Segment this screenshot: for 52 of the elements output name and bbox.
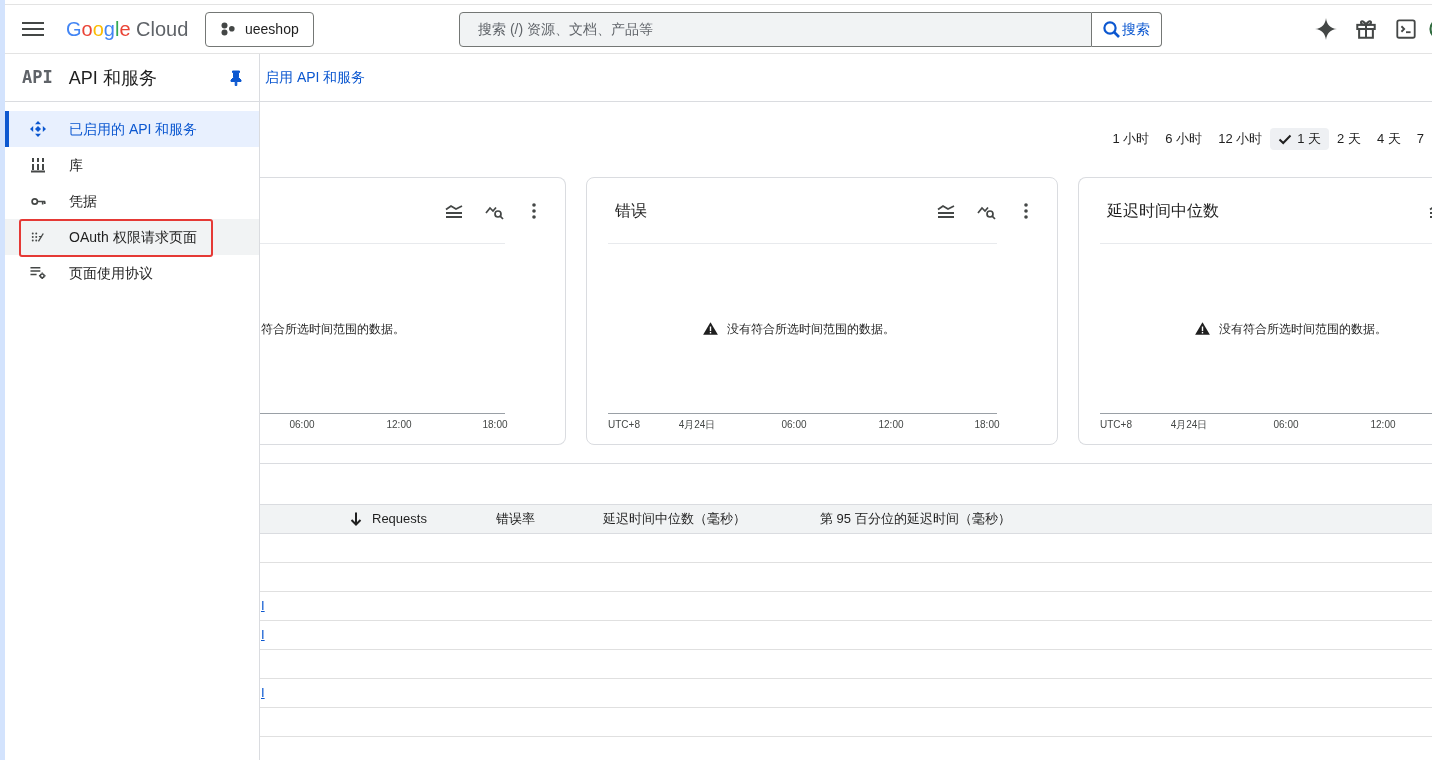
card-title: 延迟时间中位数 [1107,200,1219,221]
search-icon [1103,20,1120,38]
axis-label: 18:00 [974,420,1000,430]
axis-label: 4月24日 [678,420,716,430]
nav-item[interactable]: OAuth 权限请求页面 [5,219,259,255]
empty-message: 没有符合所选时间范围的数据。 [1218,320,1387,338]
four-arrows-icon [30,121,46,137]
axis-label: 12:00 [1370,420,1396,430]
axis-label: 06:00 [1273,420,1299,430]
check-icon [1278,132,1293,146]
api-logo: API [22,69,53,86]
row-link[interactable]: I [261,625,265,645]
list-settings-icon [30,266,46,280]
row-link[interactable]: I [261,596,265,616]
time-range-option[interactable]: 1 天 [1270,128,1330,150]
empty-message: 符合所选时间范围的数据。 [261,320,405,338]
gift-icon[interactable] [1355,18,1377,40]
axis-label: 06:00 [781,420,807,430]
key-icon [30,196,46,206]
row-link[interactable]: I [261,683,265,703]
project-picker-button[interactable]: ueeshop [205,11,314,47]
pin-icon[interactable] [230,69,242,86]
more-icon[interactable] [532,202,536,219]
search-button[interactable]: 搜索 [1092,11,1162,47]
warning-icon [1194,322,1210,335]
axis-label: 12:00 [878,420,904,430]
more-icon[interactable] [1024,202,1028,219]
nav-item[interactable]: 已启用的 API 和服务 [5,111,259,147]
axis-label: UTC+8 [608,420,640,430]
sparkle-icon[interactable] [1315,18,1337,40]
axis-label: UTC+8 [1100,420,1132,430]
empty-message: 没有符合所选时间范围的数据。 [726,320,895,338]
axis-label: 18:00 [482,420,508,430]
column-header[interactable]: 错误率 [496,509,535,529]
card-title: 错误 [615,200,647,221]
warning-icon [702,322,718,335]
arrow-down-icon [350,512,362,526]
sidebar-title: API 和服务 [68,68,157,87]
enable-api-button[interactable]: 启用 API 和服务 [265,67,366,88]
dotted-check-icon [31,230,45,244]
menu-icon[interactable] [22,22,44,36]
axis-label: 06:00 [289,420,315,430]
axis-label: 12:00 [386,420,412,430]
column-header[interactable]: Requests [348,509,427,529]
column-header[interactable]: 第 95 百分位的延迟时间（毫秒） [820,509,1011,529]
dots-icon [221,22,235,36]
axis-label: 4月24日 [1170,420,1208,430]
library-icon [31,157,45,173]
column-header[interactable]: 延迟时间中位数（毫秒） [603,509,746,529]
search-field[interactable]: 搜索 (/) 资源、文档、产品等 [459,11,1092,47]
terminal-icon[interactable] [1395,18,1417,40]
google-cloud-logo[interactable]: Google Cloud [66,19,189,39]
